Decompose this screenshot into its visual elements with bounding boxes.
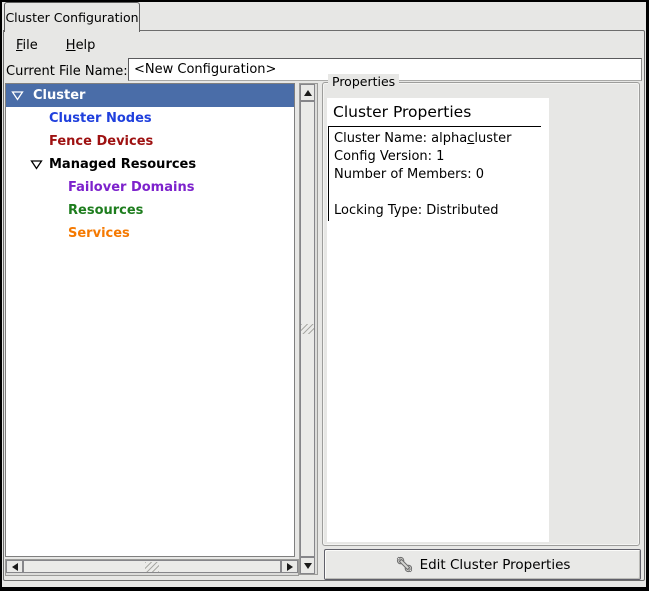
menu-help[interactable]: Help: [62, 36, 100, 55]
tree-item-cluster[interactable]: Cluster: [6, 84, 294, 107]
tree-vertical-scrollbar[interactable]: [299, 83, 318, 575]
tree-item-resources[interactable]: Resources: [6, 199, 294, 222]
main-window: Cluster Configuration File Help Current F…: [2, 2, 646, 587]
properties-frame-label: Properties: [328, 74, 399, 89]
expander-triangle-down-icon[interactable]: [11, 90, 24, 101]
number-of-members-line: Number of Members: 0: [334, 166, 541, 184]
cluster-properties-details: Cluster Name: alphacluster Config Versio…: [328, 126, 541, 221]
wrench-icon: [395, 555, 414, 574]
tree-item-label: Cluster Nodes: [49, 111, 152, 126]
scroll-up-button[interactable]: [300, 84, 315, 101]
scroll-down-button[interactable]: [300, 557, 315, 574]
tree-item-label: Services: [68, 226, 130, 241]
tree-item-managed-resources[interactable]: Managed Resources: [6, 153, 294, 176]
edit-cluster-properties-button[interactable]: Edit Cluster Properties: [324, 549, 641, 580]
tree-item-label: Fence Devices: [49, 134, 153, 149]
tree-item-label: Managed Resources: [49, 157, 196, 172]
tab-label: Cluster Configuration: [5, 10, 138, 25]
locking-type-line: Locking Type: Distributed: [334, 202, 541, 220]
scroll-right-button[interactable]: [281, 560, 298, 573]
current-file-name-label: Current File Name:: [6, 64, 128, 79]
tree-item-label: Resources: [68, 203, 143, 218]
expander-triangle-down-icon[interactable]: [30, 159, 43, 170]
spacer: [334, 184, 541, 202]
properties-content: Cluster Properties Cluster Name: alphacl…: [327, 98, 549, 542]
up-arrow-icon: [304, 90, 312, 96]
tree-item-services[interactable]: Services: [6, 222, 294, 245]
scroll-left-button[interactable]: [6, 560, 23, 573]
vertical-scroll-thumb[interactable]: [300, 101, 315, 557]
tree-item-failover-domains[interactable]: Failover Domains: [6, 176, 294, 199]
config-version-line: Config Version: 1: [334, 148, 541, 166]
thumb-grip-icon: [301, 324, 314, 334]
tab-cluster-configuration[interactable]: Cluster Configuration: [4, 2, 140, 32]
tree-item-label: Failover Domains: [68, 180, 194, 195]
left-arrow-icon: [12, 563, 18, 571]
cluster-name-line: Cluster Name: alphacluster: [334, 130, 541, 148]
cluster-tree[interactable]: Cluster Cluster Nodes Fence Devices Managed…: [5, 83, 295, 557]
cluster-properties-heading: Cluster Properties: [333, 103, 549, 121]
tree-item-fence-devices[interactable]: Fence Devices: [6, 130, 294, 153]
notebook-page: FileHelp Current File Name: ClusterClust…: [3, 30, 645, 581]
thumb-grip-icon: [145, 562, 159, 572]
menu-file[interactable]: File: [12, 36, 42, 55]
tree-horizontal-scrollbar[interactable]: [5, 559, 299, 576]
properties-frame: Properties Cluster Properties Cluster Na…: [322, 82, 640, 546]
horizontal-scroll-thumb[interactable]: [23, 560, 281, 573]
down-arrow-icon: [304, 563, 312, 569]
menubar: File Help: [12, 34, 99, 56]
app-window: { "tab": { "label": "Cluster Configurati…: [0, 0, 649, 591]
edit-button-label: Edit Cluster Properties: [420, 557, 571, 573]
tree-item-label: Cluster: [33, 88, 85, 103]
tree-item-cluster-nodes[interactable]: Cluster Nodes: [6, 107, 294, 130]
right-arrow-icon: [287, 563, 293, 571]
